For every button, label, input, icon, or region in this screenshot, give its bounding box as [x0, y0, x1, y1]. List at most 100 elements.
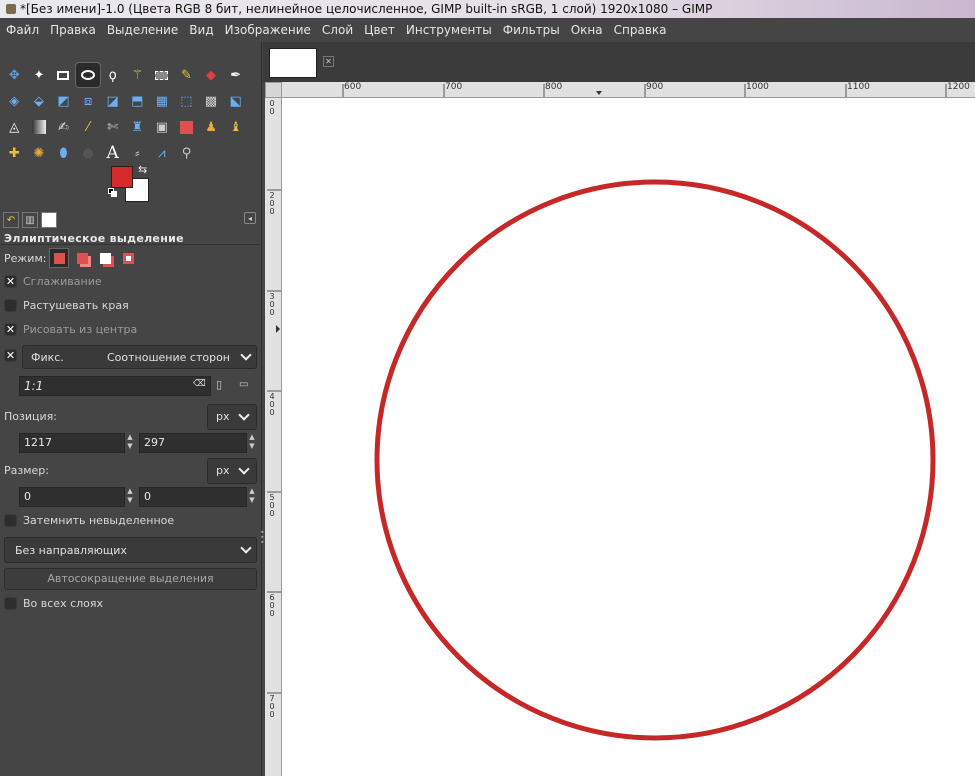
menu-tools[interactable]: Инструменты [406, 23, 492, 37]
fuzzy-select-tool-icon[interactable]: ⚚ [125, 63, 150, 87]
perspective-clone-tool-icon[interactable]: ♟ [199, 115, 224, 139]
perspective-tool-icon[interactable]: ⬚ [174, 89, 199, 113]
move-tool-icon[interactable]: ✥ [2, 63, 27, 87]
shear-tool-icon[interactable]: ▦ [150, 89, 175, 113]
portrait-icon[interactable]: ▯ [216, 378, 230, 394]
menu-windows[interactable]: Окна [571, 23, 603, 37]
reset-colors-icon[interactable] [108, 188, 118, 198]
panel-resize-grip[interactable]: • • • [260, 529, 265, 547]
by-color-select-tool-icon[interactable] [150, 63, 175, 87]
blur-tool-icon[interactable]: ✚ [2, 141, 27, 165]
feather-label: Растушевать края [23, 299, 129, 312]
fixed-row: ✕ [4, 349, 23, 362]
foreground-select-tool-icon[interactable]: ◆ [199, 63, 224, 87]
ratio-input[interactable]: 1:1 [19, 376, 211, 396]
menu-select[interactable]: Выделение [107, 23, 178, 37]
mode-label: Режим: [4, 251, 47, 265]
heal-tool-icon[interactable] [174, 115, 199, 139]
scale-tool-icon[interactable]: ⬒ [125, 89, 150, 113]
warp-tool-icon[interactable]: ◬ [2, 115, 27, 139]
swap-colors-icon[interactable]: ⇆ [138, 163, 147, 176]
menu-edit[interactable]: Правка [50, 23, 96, 37]
menu-help[interactable]: Справка [614, 23, 667, 37]
position-y-spinner[interactable]: ▲ ▼ [247, 433, 257, 453]
airbrush-tool-icon[interactable]: ✄ [100, 115, 125, 139]
text-tool-icon[interactable]: A [100, 141, 125, 165]
rotate-tool-icon[interactable]: ◪ [100, 89, 125, 113]
size-height-input[interactable]: 0 [139, 487, 247, 507]
blend-tool-icon[interactable] [27, 115, 52, 139]
size-unit-select[interactable]: px [207, 458, 257, 484]
menu-color[interactable]: Цвет [364, 23, 395, 37]
clone-tool-icon[interactable]: ▣ [150, 115, 175, 139]
size-width-spinner[interactable]: ▲ ▼ [125, 487, 135, 507]
all-layers-label: Во всех слоях [23, 597, 104, 610]
menu-layer[interactable]: Слой [322, 23, 353, 37]
tab-images-icon[interactable] [41, 212, 57, 228]
ink-tool-icon[interactable]: ♜ [125, 115, 150, 139]
tab-device-status-icon[interactable]: ▥ [22, 212, 38, 228]
eraser-tool-icon[interactable]: ● [76, 141, 101, 165]
dock-tabs: ↶ ▥ ◂ [0, 209, 262, 231]
mode-add-icon[interactable] [73, 249, 91, 267]
clear-field-icon[interactable]: ⌫ [193, 379, 207, 391]
smudge-tool-icon[interactable]: ♝ [223, 115, 248, 139]
close-icon[interactable]: ✕ [323, 56, 334, 67]
tab-menu-icon[interactable]: ◂ [244, 212, 256, 224]
guides-combo[interactable]: Без направляющих [4, 537, 257, 563]
scissors-select-tool-icon[interactable]: ✎ [174, 63, 199, 87]
fixed-checkbox[interactable]: ✕ [4, 349, 17, 362]
align-tool-icon[interactable]: ✦ [27, 63, 52, 87]
measure-tool-icon[interactable]: ◩ [51, 89, 76, 113]
position-x-input[interactable]: 1217 [19, 433, 125, 453]
chevron-down-icon [238, 463, 250, 475]
image-tab-thumbnail[interactable] [269, 48, 317, 78]
ruler-ticks [342, 84, 947, 97]
image-canvas[interactable] [282, 98, 975, 776]
position-unit-select[interactable]: px [207, 404, 257, 430]
position-x-spinner[interactable]: ▲ ▼ [125, 433, 135, 453]
position-unit-value: px [216, 410, 230, 423]
bucket-fill-tool-icon[interactable]: ⬮ [51, 141, 76, 165]
mode-intersect-icon[interactable] [119, 249, 137, 267]
paths-tool-icon[interactable]: ✒ [223, 63, 248, 87]
dodge-burn-tool-icon[interactable]: ✺ [27, 141, 52, 165]
magnify-tool-icon[interactable]: ⚲ [174, 141, 199, 165]
cage-tool-icon[interactable]: ⬕ [223, 89, 248, 113]
handle-transform-tool-icon[interactable]: ⩘ [150, 141, 175, 165]
fixed-mode-combo[interactable]: Фикс. Соотношение сторон [22, 345, 257, 369]
ruler-corner-button[interactable] [265, 82, 282, 98]
free-select-tool-icon[interactable]: ϙ [100, 63, 125, 87]
size-width-input[interactable]: 0 [19, 487, 125, 507]
menu-view[interactable]: Вид [189, 23, 213, 37]
ellipse-select-tool-icon[interactable] [74, 62, 102, 88]
all-layers-row: Во всех слоях [4, 597, 103, 610]
from-center-checkbox[interactable]: ✕ [4, 323, 17, 336]
menu-file[interactable]: Файл [6, 23, 39, 37]
menu-filters[interactable]: Фильтры [503, 23, 560, 37]
crop-tool-icon[interactable]: ⧈ [76, 89, 101, 113]
paintbrush-tool-icon[interactable]: ✍ [51, 115, 76, 139]
highlight-checkbox[interactable] [4, 514, 17, 527]
eyedropper-tool-icon[interactable]: ⸗ [125, 141, 150, 165]
mode-replace-icon[interactable] [49, 248, 70, 268]
all-layers-checkbox[interactable] [4, 597, 17, 610]
horizontal-ruler: 600 700 800 900 1000 1100 1200 [282, 82, 975, 98]
menu-image[interactable]: Изображение [225, 23, 311, 37]
ruler-label: 200 [269, 191, 275, 216]
tab-tool-options-icon[interactable]: ↶ [3, 212, 19, 228]
rect-select-tool-icon[interactable] [51, 63, 76, 87]
mode-subtract-icon[interactable] [96, 249, 114, 267]
flip-tool-icon[interactable]: ▩ [199, 89, 224, 113]
antialias-checkbox[interactable]: ✕ [4, 275, 17, 288]
color-picker-tool-icon[interactable]: ◈ [2, 89, 27, 113]
autoshrink-button[interactable]: Автосокращение выделения [4, 568, 257, 590]
pencil-tool-icon[interactable]: ⁄ [76, 115, 101, 139]
landscape-icon[interactable]: ▭ [239, 379, 255, 393]
foreground-color-swatch[interactable] [111, 166, 133, 188]
position-y-input[interactable]: 297 [139, 433, 247, 453]
ruler-label: 500 [269, 493, 275, 518]
zoom-tool-icon[interactable]: ⬙ [27, 89, 52, 113]
feather-checkbox[interactable] [4, 299, 17, 312]
size-height-spinner[interactable]: ▲ ▼ [247, 487, 257, 507]
